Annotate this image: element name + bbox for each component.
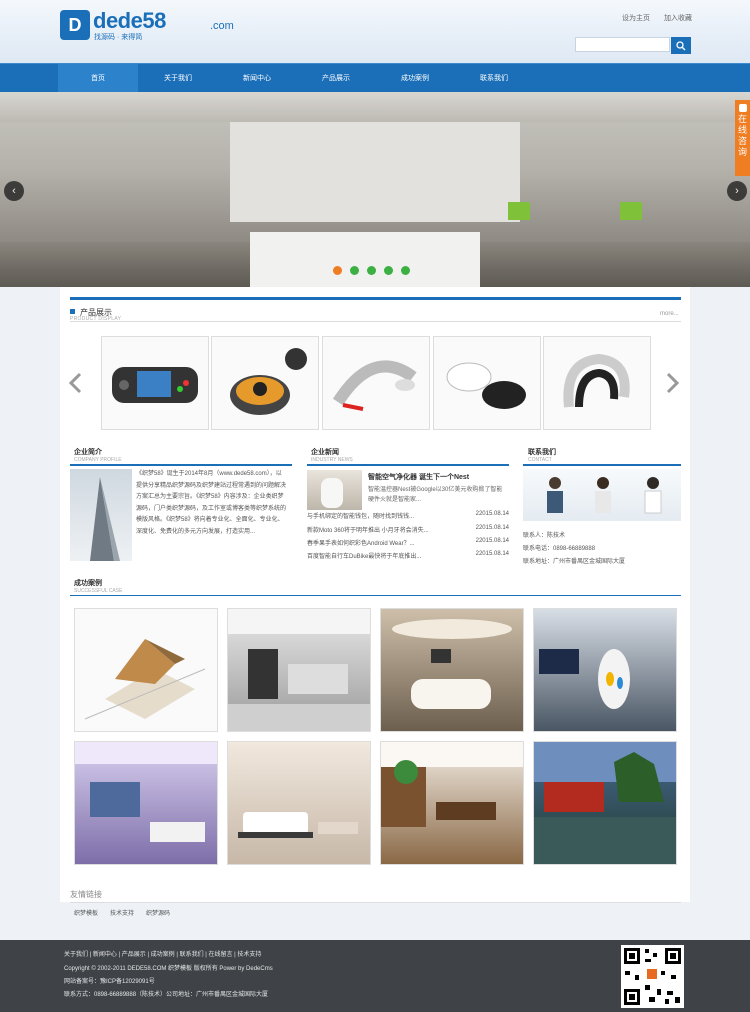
banner-dots bbox=[333, 266, 410, 275]
news-image bbox=[307, 470, 362, 510]
logo-word: dede58 bbox=[93, 8, 166, 33]
logo-slogan: 找源码 · 来得简 bbox=[94, 34, 143, 41]
about-text: 《织梦58》诞生于2014年8月（www.dede58.com），以提供分享精品… bbox=[136, 471, 287, 535]
friend-link-2[interactable]: 技术支持 bbox=[110, 908, 134, 917]
news-row[interactable]: 新款Moto 360将于明年推出 小月牙将会消失... 22015.08.14 bbox=[307, 525, 509, 534]
case-item-7[interactable] bbox=[380, 741, 524, 865]
news-headline[interactable]: 智能空气净化器 诞生下一个Nest bbox=[368, 472, 469, 482]
banner-dot-4[interactable] bbox=[384, 266, 393, 275]
products-more-link[interactable]: more... bbox=[660, 311, 679, 317]
banner-slider bbox=[0, 92, 750, 287]
news-date: 22015.08.14 bbox=[475, 538, 509, 544]
add-favorite-link[interactable]: 加入收藏 bbox=[664, 13, 692, 23]
search-icon bbox=[676, 40, 686, 50]
site-logo[interactable]: D dede58 .com 找源码 · 来得简 bbox=[60, 8, 234, 42]
cases-title: 成功案例 bbox=[74, 580, 102, 587]
news-date: 22015.08.14 bbox=[475, 511, 509, 517]
qr-code bbox=[621, 945, 684, 1008]
banner-dot-5[interactable] bbox=[401, 266, 410, 275]
contact-person: 联系人：陈技术 bbox=[523, 533, 566, 539]
banner-next-button[interactable]: › bbox=[727, 181, 747, 201]
nav-home[interactable]: 首页 bbox=[58, 64, 138, 93]
product-item-4[interactable] bbox=[433, 336, 541, 430]
search-box bbox=[575, 37, 691, 54]
banner-prev-button[interactable]: ‹ bbox=[4, 181, 24, 201]
nav-contact[interactable]: 联系我们 bbox=[454, 64, 534, 93]
header: D dede58 .com 找源码 · 来得简 设为主页 加入收藏 bbox=[0, 0, 750, 63]
footer-copyright: Copyright © 2002-2011 DEDE58.COM 织梦模板 版权… bbox=[64, 966, 273, 972]
friend-links: 织梦模板 技术支持 织梦源码 bbox=[74, 908, 170, 917]
contact-info: 联系人：陈技术 联系电话：0898-66889888 联系地址：广州市番禺区金城… bbox=[523, 530, 625, 569]
case-item-8[interactable] bbox=[533, 741, 677, 865]
contact-subtitle: CONTACT bbox=[528, 457, 552, 463]
search-button[interactable] bbox=[671, 37, 691, 54]
case-item-2[interactable] bbox=[227, 608, 371, 732]
case-item-6[interactable] bbox=[227, 741, 371, 865]
about-title: 企业简介 bbox=[74, 449, 102, 456]
news-link[interactable]: 新款Moto 360将于明年推出 小月牙将会消失... bbox=[307, 525, 429, 534]
nav-about[interactable]: 关于我们 bbox=[138, 64, 218, 93]
top-links: 设为主页 加入收藏 bbox=[622, 13, 692, 23]
news-row[interactable]: 与手机绑定的智能钱包，随时找到钱钱... 22015.08.14 bbox=[307, 511, 509, 520]
online-consult-label: 在线咨询 bbox=[738, 114, 748, 157]
friend-link-1[interactable]: 织梦模板 bbox=[74, 908, 98, 917]
news-link[interactable]: 百度智能自行车DuBike最快将于年底推出... bbox=[307, 551, 421, 560]
contact-address: 联系地址：广州市番禺区金城国际大厦 bbox=[523, 559, 626, 565]
set-homepage-link[interactable]: 设为主页 bbox=[622, 13, 650, 23]
nav-products[interactable]: 产品展示 bbox=[296, 64, 376, 93]
section-bullet-icon bbox=[70, 309, 75, 314]
news-link[interactable]: 春季果手表如何织彩色Android Wear？... bbox=[307, 538, 415, 547]
cases-subtitle: SUCCESSFUL CASE bbox=[74, 588, 123, 594]
case-item-3[interactable] bbox=[380, 608, 524, 732]
contact-image bbox=[523, 469, 681, 521]
footer-links[interactable]: 关于我们 | 新闻中心 | 产品展示 | 成功案例 | 联系我们 | 在线留言 … bbox=[64, 949, 261, 958]
nav-news[interactable]: 新闻中心 bbox=[217, 64, 297, 93]
products-prev-arrow[interactable] bbox=[68, 372, 82, 400]
products-next-arrow[interactable] bbox=[666, 372, 680, 400]
footer-contact: 联系方式：0898-66889888（陈技术）公司地址：广州市番禺区金城国际大厦 bbox=[64, 992, 269, 998]
news-date: 22015.08.14 bbox=[475, 525, 509, 531]
banner-dot-1[interactable] bbox=[333, 266, 342, 275]
news-title: 企业新闻 bbox=[311, 449, 339, 456]
friend-link-3[interactable]: 织梦源码 bbox=[146, 908, 170, 917]
logo-com: .com bbox=[210, 20, 234, 32]
product-item-5[interactable] bbox=[543, 336, 651, 430]
logo-icon: D bbox=[60, 10, 90, 40]
news-summary: 智能温控器Nest被Google以30亿美元收购掀了智能硬件火就是智能家... bbox=[368, 487, 503, 503]
banner-dot-3[interactable] bbox=[367, 266, 376, 275]
news-date: 22015.08.14 bbox=[475, 551, 509, 557]
banner-dot-2[interactable] bbox=[350, 266, 359, 275]
friend-links-title: 友情链接 bbox=[70, 890, 102, 899]
online-consult-tab[interactable]: 在线咨询 bbox=[735, 100, 750, 176]
chat-icon bbox=[738, 104, 747, 112]
news-row[interactable]: 百度智能自行车DuBike最快将于年底推出... 22015.08.14 bbox=[307, 551, 509, 560]
case-item-4[interactable] bbox=[533, 608, 677, 732]
product-item-1[interactable] bbox=[101, 336, 209, 430]
case-item-5[interactable] bbox=[74, 741, 218, 865]
product-item-2[interactable] bbox=[211, 336, 319, 430]
footer-icp: 网站备案号：豫ICP备12029091号 bbox=[64, 979, 155, 985]
news-row[interactable]: 春季果手表如何织彩色Android Wear？... 22015.08.14 bbox=[307, 538, 509, 547]
product-item-3[interactable] bbox=[322, 336, 430, 430]
main-nav: 首页 关于我们 新闻中心 产品展示 成功案例 联系我们 bbox=[0, 63, 750, 93]
case-item-1[interactable] bbox=[74, 608, 218, 732]
about-subtitle: COMPANY PROFILE bbox=[74, 457, 122, 463]
news-link[interactable]: 与手机绑定的智能钱包，随时找到钱钱... bbox=[307, 511, 414, 520]
search-input[interactable] bbox=[575, 37, 670, 52]
contact-title: 联系我们 bbox=[528, 449, 556, 456]
news-subtitle: INDUSTRY NEWS bbox=[311, 457, 353, 463]
contact-phone: 联系电话：0898-66889888 bbox=[523, 546, 596, 552]
nav-cases[interactable]: 成功案例 bbox=[375, 64, 455, 93]
about-image bbox=[70, 469, 132, 561]
